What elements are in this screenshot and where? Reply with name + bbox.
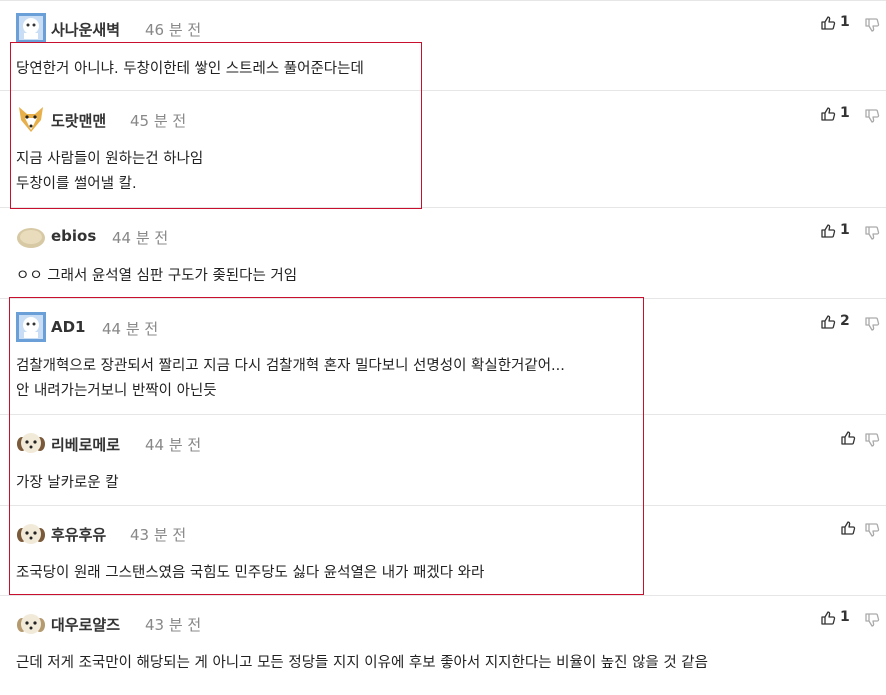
thumbs-down-icon[interactable] [864, 225, 880, 241]
avatar[interactable] [16, 221, 46, 251]
thumbs-down-icon[interactable] [864, 522, 880, 538]
comment-item: 후유후유 43 분 전 조국당이 원래 그스탠스였음 국힘도 민주당도 싫다 윤… [0, 506, 886, 596]
comment-item: 도랏맨맨 45 분 전 지금 사람들이 원하는건 하나임 두창이를 썰어낼 칼.… [0, 91, 886, 208]
comment-author[interactable]: ebios [51, 227, 96, 245]
vote-box [820, 519, 886, 539]
vote-box: 1 [820, 222, 886, 242]
avatar[interactable] [16, 519, 46, 549]
comment-author[interactable]: 후유후유 [51, 524, 106, 545]
like-count: 1 [840, 14, 850, 30]
comment-time: 44 분 전 [112, 229, 169, 247]
comment-text: 근데 저게 조국만이 해당되는 게 아니고 모든 정당들 지지 이유에 후보 좋… [16, 655, 708, 671]
thumbs-up-icon[interactable] [840, 520, 856, 536]
vote-box [820, 429, 886, 449]
vote-box: 1 [820, 14, 886, 34]
avatar[interactable] [16, 13, 46, 43]
comment-time: 46 분 전 [145, 21, 202, 39]
comment-item: 대우로얄즈 43 분 전 근데 저게 조국만이 해당되는 게 아니고 모든 정당… [0, 596, 886, 695]
comment-item: 사나운새벽 46 분 전 당연한거 아니냐. 두창이한테 쌓인 스트레스 풀어준… [0, 0, 886, 91]
thumbs-up-icon[interactable] [820, 610, 836, 626]
comment-text: ㅇㅇ 그래서 윤석열 심판 구도가 좆된다는 거임 [16, 268, 298, 284]
like-count: 1 [840, 609, 850, 625]
thumbs-up-icon[interactable] [840, 430, 856, 446]
comment-author[interactable]: 리베로메로 [51, 434, 120, 455]
comment-item: AD1 44 분 전 검찰개혁으로 장관되서 짤리고 지금 다시 검찰개혁 혼자… [0, 299, 886, 415]
comment-text: 당연한거 아니냐. 두창이한테 쌓인 스트레스 풀어준다는데 [16, 61, 364, 77]
comment-text: 조국당이 원래 그스탠스였음 국힘도 민주당도 싫다 윤석열은 내가 패겠다 와… [16, 565, 485, 581]
thumbs-down-icon[interactable] [864, 612, 880, 628]
thumbs-down-icon[interactable] [864, 432, 880, 448]
comment-author[interactable]: 도랏맨맨 [51, 110, 106, 131]
comment-time: 45 분 전 [130, 112, 187, 130]
comment-author[interactable]: 대우로얄즈 [51, 614, 120, 635]
comment-text: 지금 사람들이 원하는건 하나임 [16, 151, 204, 167]
comment-text: 검찰개혁으로 장관되서 짤리고 지금 다시 검찰개혁 혼자 밀다보니 선명성이 … [16, 358, 565, 374]
vote-box: 1 [820, 105, 886, 125]
comment-author[interactable]: AD1 [51, 318, 86, 336]
comment-time: 44 분 전 [145, 436, 202, 454]
comment-text: 가장 날카로운 칼 [16, 475, 119, 491]
comment-time: 43 분 전 [145, 616, 202, 634]
vote-box: 2 [820, 313, 886, 333]
thumbs-up-icon[interactable] [820, 223, 836, 239]
comment-item: 리베로메로 44 분 전 가장 날카로운 칼 [0, 415, 886, 506]
thumbs-up-icon[interactable] [820, 15, 836, 31]
avatar[interactable] [16, 609, 46, 639]
like-count: 2 [840, 313, 850, 329]
comment-item: ebios 44 분 전 ㅇㅇ 그래서 윤석열 심판 구도가 좆된다는 거임 1 [0, 208, 886, 299]
comment-text: 안 내려가는거보니 반짝이 아닌듯 [16, 383, 217, 399]
thumbs-up-icon[interactable] [820, 106, 836, 122]
thumbs-down-icon[interactable] [864, 108, 880, 124]
comment-author[interactable]: 사나운새벽 [51, 19, 120, 40]
thumbs-up-icon[interactable] [820, 314, 836, 330]
avatar[interactable] [16, 104, 46, 134]
like-count: 1 [840, 222, 850, 238]
thumbs-down-icon[interactable] [864, 17, 880, 33]
avatar[interactable] [16, 312, 46, 342]
comment-time: 43 분 전 [130, 526, 187, 544]
avatar[interactable] [16, 428, 46, 458]
vote-box: 1 [820, 609, 886, 629]
comment-time: 44 분 전 [102, 320, 159, 338]
thumbs-down-icon[interactable] [864, 316, 880, 332]
like-count: 1 [840, 105, 850, 121]
comment-text: 두창이를 썰어낼 칼. [16, 176, 137, 192]
